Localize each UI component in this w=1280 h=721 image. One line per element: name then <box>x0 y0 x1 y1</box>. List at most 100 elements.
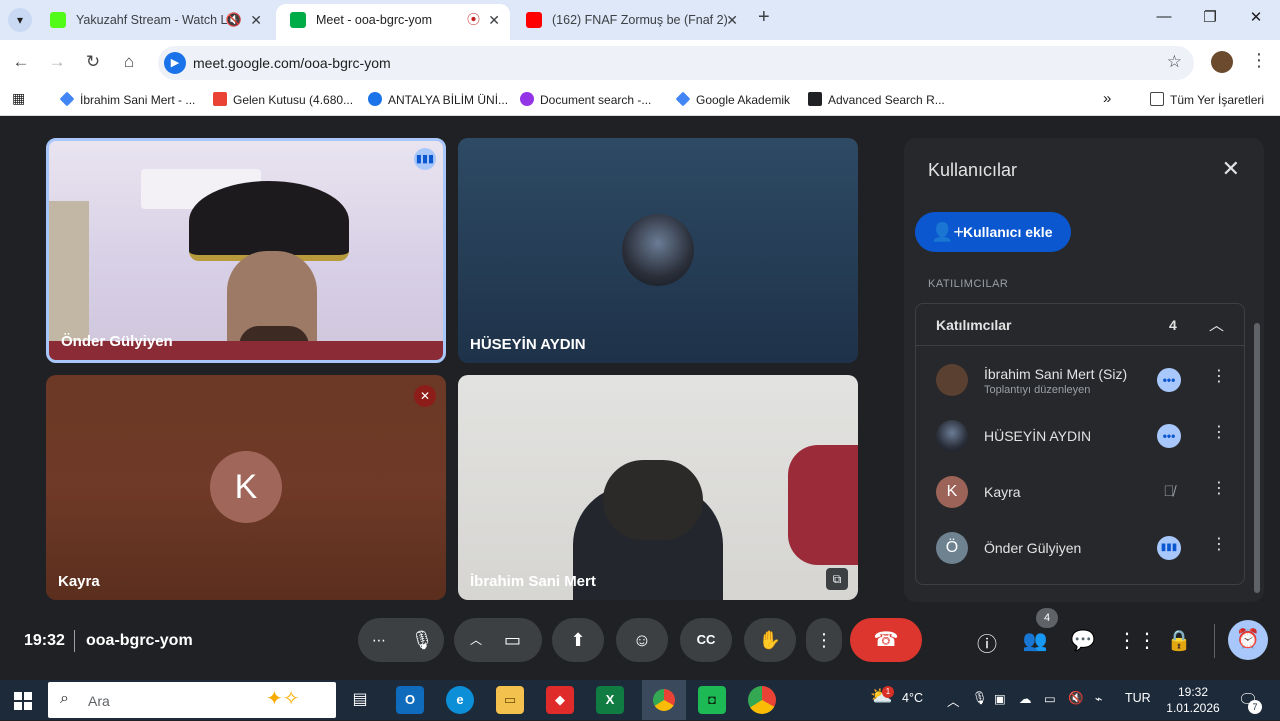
profile-avatar[interactable] <box>1211 51 1233 73</box>
microphone-tray-icon[interactable]: 🎙 <box>972 691 988 706</box>
edge-icon[interactable]: e <box>446 686 474 714</box>
bookmarks-overflow-icon[interactable]: » <box>1103 90 1111 107</box>
scholar-icon <box>675 91 691 107</box>
reload-icon[interactable]: ↻ <box>82 52 104 72</box>
taskbar-search-input[interactable]: ⌕ Ara ✦✧ <box>48 682 336 718</box>
leave-call-button[interactable]: ☎ <box>850 618 922 662</box>
new-tab-icon[interactable]: + <box>758 6 770 29</box>
activities-icon[interactable]: ⋮⋮ <box>1117 628 1157 653</box>
bookmark-google-scholar[interactable]: Google Akademik <box>675 91 790 107</box>
mic-button[interactable]: ⋯ 🎙 <box>358 618 444 662</box>
more-options-button[interactable]: ⋮ <box>806 618 842 662</box>
speaking-indicator-icon: ▮▮▮ <box>1157 536 1181 560</box>
tab-close-icon[interactable]: ✕ <box>726 4 738 36</box>
panel-scrollbar[interactable] <box>1254 323 1260 593</box>
chevron-up-icon[interactable]: ︿ <box>1209 314 1224 335</box>
camera-button[interactable]: ︿ ▭ <box>454 618 542 662</box>
video-tile-huseyin[interactable]: HÜSEYİN AYDIN <box>458 138 858 363</box>
cloud-icon[interactable]: ☁ <box>1019 691 1032 706</box>
add-people-button[interactable]: 👤+ Kullanıcı ekle <box>915 212 1071 252</box>
excel-icon[interactable]: X <box>596 686 624 714</box>
tab-muted-icon[interactable]: 🔇 <box>226 4 242 36</box>
file-explorer-icon[interactable]: ▭ <box>496 686 524 714</box>
home-icon[interactable]: ⌂ <box>118 52 140 72</box>
url-text[interactable]: meet.google.com/ooa-bgrc-yom <box>193 55 391 71</box>
chat-icon[interactable]: 💬 <box>1069 628 1097 653</box>
list-item[interactable]: İbrahim Sani Mert (Siz) Toplantıyı düzen… <box>916 352 1244 408</box>
pip-icon[interactable]: ⧉ <box>826 568 848 590</box>
window-close-icon[interactable]: ✕ <box>1246 8 1266 26</box>
tab-search-icon[interactable]: ▾ <box>8 8 32 32</box>
participants-group-header[interactable]: Katılımcılar 4 ︿ <box>916 304 1244 346</box>
taskbar-clock[interactable]: 19:32 1.01.2026 <box>1163 684 1223 716</box>
reactions-button[interactable]: ☺ <box>616 618 668 662</box>
video-tile-kayra[interactable]: K ✕ Kayra <box>46 375 446 600</box>
list-item[interactable]: HÜSEYİN AYDIN ••• ⋮ <box>916 408 1244 464</box>
restore-icon[interactable]: ❐ <box>1200 8 1220 26</box>
more-actions-icon[interactable]: ••• <box>1157 424 1181 448</box>
kebab-menu-icon[interactable]: ⋮ <box>1211 478 1227 498</box>
windows-start-icon[interactable] <box>14 692 32 710</box>
tab-youtube[interactable]: (162) FNAF Zormuş be (Fnaf 2) ✕ <box>512 4 748 36</box>
kebab-menu-icon[interactable]: ⋮ <box>1211 422 1227 442</box>
chrome-profile-icon[interactable] <box>748 686 776 714</box>
chevron-up-icon[interactable]: ︿ <box>470 618 482 662</box>
list-item[interactable]: K Kayra 🎙̸ ⋮ <box>916 464 1244 520</box>
participant-name: İbrahim Sani Mert (Siz) <box>984 366 1128 382</box>
display-icon[interactable]: ▣ <box>994 691 1006 706</box>
kebab-menu-icon[interactable]: ⋮ <box>1211 366 1227 386</box>
timer-icon[interactable]: ⏰ <box>1228 620 1268 660</box>
people-icon[interactable]: 👥 <box>1021 628 1049 653</box>
bookmark-antalya[interactable]: ANTALYA BİLİM ÜNİ... <box>368 92 508 107</box>
host-controls-icon[interactable]: 🔒 <box>1165 628 1193 653</box>
all-bookmarks-folder[interactable]: Tüm Yer İşaretleri <box>1150 92 1264 107</box>
bookmark-gmail[interactable]: Gelen Kutusu (4.680... <box>213 92 353 107</box>
hang-up-icon: ☎ <box>873 629 899 651</box>
chevron-up-icon[interactable]: ︿ <box>947 691 960 710</box>
panel-close-icon[interactable]: ✕ <box>1222 156 1240 182</box>
bookmark-document-search[interactable]: Document search -... <box>520 92 651 107</box>
tab-close-icon[interactable]: ✕ <box>488 4 500 36</box>
tab-yakuzahf[interactable]: Yakuzahf Stream - Watch Li 🔇 ✕ <box>36 4 272 36</box>
browser-menu-icon[interactable]: ⋮ <box>1250 50 1268 71</box>
bookmark-star-icon[interactable]: ☆ <box>1167 52 1182 72</box>
video-tile-ibrahim[interactable]: ⧉ İbrahim Sani Mert <box>458 375 858 600</box>
bookmark-label: ANTALYA BİLİM ÜNİ... <box>388 93 509 107</box>
avatar: K <box>210 451 282 523</box>
meet-camera-icon[interactable]: ▶ <box>164 52 186 74</box>
tab-close-icon[interactable]: ✕ <box>250 4 262 36</box>
raise-hand-button[interactable]: ✋ <box>744 618 796 662</box>
chrome-icon <box>653 689 675 711</box>
volume-muted-icon[interactable]: 🔇 <box>1068 691 1084 706</box>
anydesk-icon[interactable]: ◆ <box>546 686 574 714</box>
present-screen-button[interactable]: ⬆ <box>552 618 604 662</box>
forward-arrow-icon[interactable]: → <box>46 52 68 72</box>
chrome-active-app[interactable] <box>642 680 686 720</box>
input-language[interactable]: TUR <box>1125 691 1151 705</box>
microphone-icon[interactable]: 🎙 <box>402 620 442 660</box>
network-icon[interactable]: ⌁ <box>1095 691 1103 706</box>
scholar-icon <box>59 91 75 107</box>
list-item[interactable]: Ö Önder Gülyiyen ▮▮▮ ⋮ <box>916 520 1244 576</box>
task-view-icon[interactable]: ▤ <box>346 686 374 714</box>
battery-icon[interactable]: ▭ <box>1044 691 1056 706</box>
search-placeholder: Ara <box>88 693 110 709</box>
back-arrow-icon[interactable]: ← <box>10 52 32 72</box>
more-actions-icon[interactable]: ••• <box>1157 368 1181 392</box>
captions-button[interactable]: CC <box>680 618 732 662</box>
meeting-time: 19:32 <box>24 632 65 649</box>
video-tile-onder[interactable]: ▮▮▮ Önder Gülyiyen <box>46 138 446 363</box>
bookmark-ibrahim[interactable]: İbrahim Sani Mert - ... <box>59 91 195 107</box>
minimize-icon[interactable]: — <box>1154 8 1174 25</box>
chat-app-icon[interactable]: ◘ <box>698 686 726 714</box>
meeting-info-icon[interactable]: ⓘ <box>973 628 1001 657</box>
more-audio-options-icon[interactable]: ⋯ <box>372 618 386 662</box>
kebab-menu-icon[interactable]: ⋮ <box>1211 534 1227 554</box>
tab-meet[interactable]: Meet - ooa-bgrc-yom ⦿ ✕ <box>276 4 510 40</box>
outlook-icon[interactable]: O <box>396 686 424 714</box>
address-bar[interactable]: ▶ meet.google.com/ooa-bgrc-yom ☆ <box>158 46 1194 80</box>
bookmark-advanced-search[interactable]: Advanced Search R... <box>808 92 945 107</box>
add-person-icon: 👤+ <box>931 222 964 242</box>
apps-grid-icon[interactable]: ▦ <box>12 90 25 107</box>
tile-name: HÜSEYİN AYDIN <box>470 336 586 353</box>
